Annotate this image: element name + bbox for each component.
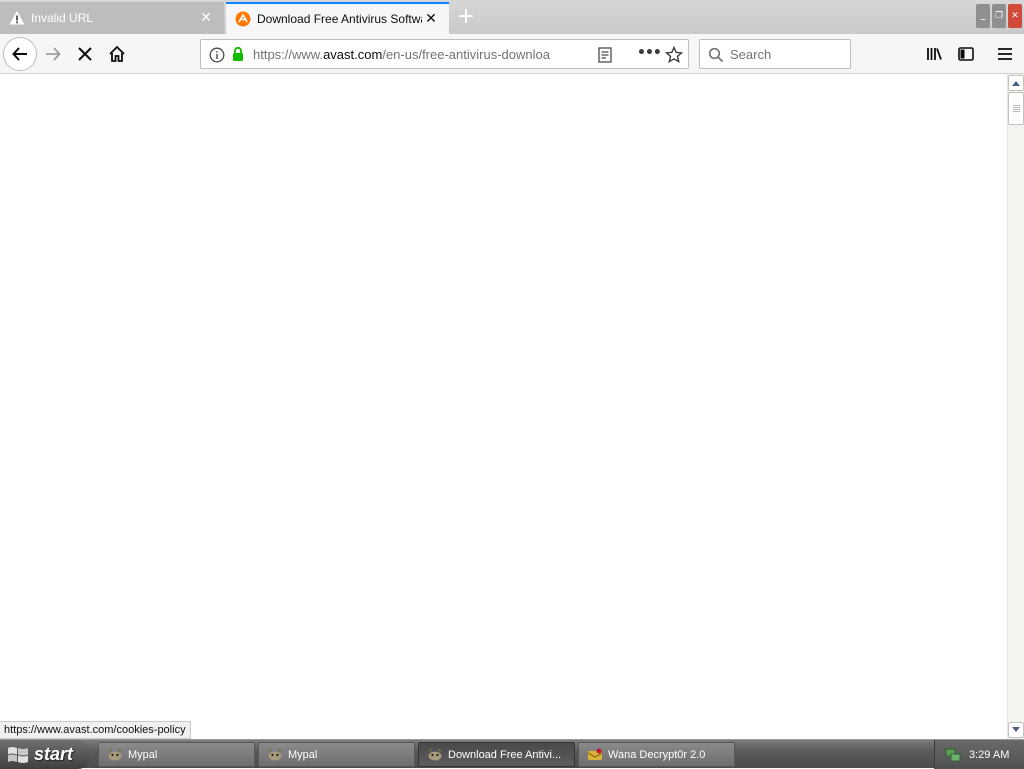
clock[interactable]: 3:29 AM	[969, 749, 1009, 761]
page-content	[0, 74, 1007, 739]
forward-button[interactable]	[41, 42, 65, 66]
taskbar-item-download-free-antivirus[interactable]: Download Free Antivi...	[418, 742, 575, 767]
scrollbar-thumb[interactable]	[1008, 92, 1024, 125]
close-icon[interactable]: ✕	[422, 10, 440, 28]
tab-label: Download Free Antivirus Software	[257, 12, 422, 26]
back-button[interactable]	[3, 37, 37, 71]
mypal-icon	[268, 747, 282, 760]
home-button[interactable]	[105, 42, 129, 66]
chevron-up-icon	[1012, 81, 1020, 86]
scroll-down-button[interactable]	[1008, 722, 1024, 738]
search-box[interactable]	[699, 39, 851, 69]
vertical-scrollbar[interactable]	[1007, 74, 1024, 739]
lock-icon[interactable]	[230, 46, 246, 62]
url-bar[interactable]: https://www.avast.com/en-us/free-antivir…	[200, 39, 689, 69]
taskbar-item-mypal[interactable]: Mypal	[258, 742, 415, 767]
hamburger-menu-icon	[998, 48, 1012, 60]
start-button[interactable]: start	[0, 740, 90, 769]
stop-button[interactable]	[73, 42, 97, 66]
window-close-button[interactable]: ✕	[1008, 4, 1022, 28]
warning-icon	[9, 11, 25, 25]
new-tab-button[interactable]: +	[456, 6, 476, 28]
taskbar-item-label: Download Free Antivi...	[448, 748, 562, 761]
system-tray: 3:29 AM	[934, 740, 1024, 769]
page-actions-icon[interactable]: •••	[637, 45, 662, 63]
taskbar-item-wana-decryptor[interactable]: Wana Decrypt0r 2.0	[578, 742, 735, 767]
arrow-left-icon	[12, 47, 27, 61]
grip-icon	[1013, 105, 1020, 113]
tab-avast-download[interactable]: Download Free Antivirus Software ✕	[226, 2, 449, 34]
taskbar: start Mypal Mypal Download Free Antivi..…	[0, 739, 1024, 769]
scroll-up-button[interactable]	[1008, 75, 1024, 91]
library-button[interactable]	[922, 42, 946, 66]
bookmark-star-icon[interactable]	[665, 46, 683, 64]
menu-button[interactable]	[993, 42, 1017, 66]
tab-label: Invalid URL	[31, 11, 94, 25]
close-icon[interactable]: ✕	[197, 9, 215, 27]
sidebar-icon	[958, 47, 974, 61]
mypal-icon	[428, 747, 442, 760]
mypal-icon	[108, 747, 122, 760]
chevron-down-icon	[1012, 727, 1020, 732]
search-input[interactable]	[730, 45, 846, 63]
wannacry-icon	[587, 748, 603, 760]
taskbar-item-label: Mypal	[128, 748, 158, 761]
window-controls: _ ❐ ✕	[976, 4, 1022, 28]
start-label: start	[34, 744, 74, 764]
url-text[interactable]: https://www.avast.com/en-us/free-antivir…	[253, 47, 563, 62]
network-icon[interactable]	[945, 747, 961, 763]
taskbar-item-label: Mypal	[288, 748, 318, 761]
url-path: /en-us/free-antivirus-downloa	[382, 47, 550, 62]
tab-strip: Invalid URL ✕ Download Free Antivirus So…	[0, 0, 1024, 34]
restore-button[interactable]: ❐	[992, 4, 1006, 28]
taskbar-item-mypal[interactable]: Mypal	[98, 742, 255, 767]
url-host: avast.com	[323, 47, 383, 62]
avast-icon	[235, 11, 251, 27]
navigation-toolbar: https://www.avast.com/en-us/free-antivir…	[0, 34, 1024, 74]
minimize-button[interactable]: _	[976, 4, 990, 28]
arrow-right-icon	[46, 47, 61, 61]
reader-view-icon[interactable]	[597, 47, 613, 63]
sidebar-toggle-button[interactable]	[954, 42, 978, 66]
library-icon	[927, 48, 942, 60]
tab-invalid-url[interactable]: Invalid URL ✕	[0, 2, 224, 34]
status-link-preview: https://www.avast.com/cookies-policy	[0, 721, 191, 739]
home-icon	[109, 45, 125, 62]
url-prefix: https://www.	[253, 47, 324, 62]
info-icon[interactable]	[209, 47, 225, 63]
search-icon	[708, 47, 724, 63]
windows-flag-icon	[8, 746, 28, 763]
taskbar-item-label: Wana Decrypt0r 2.0	[608, 748, 706, 761]
stop-icon	[78, 47, 92, 61]
